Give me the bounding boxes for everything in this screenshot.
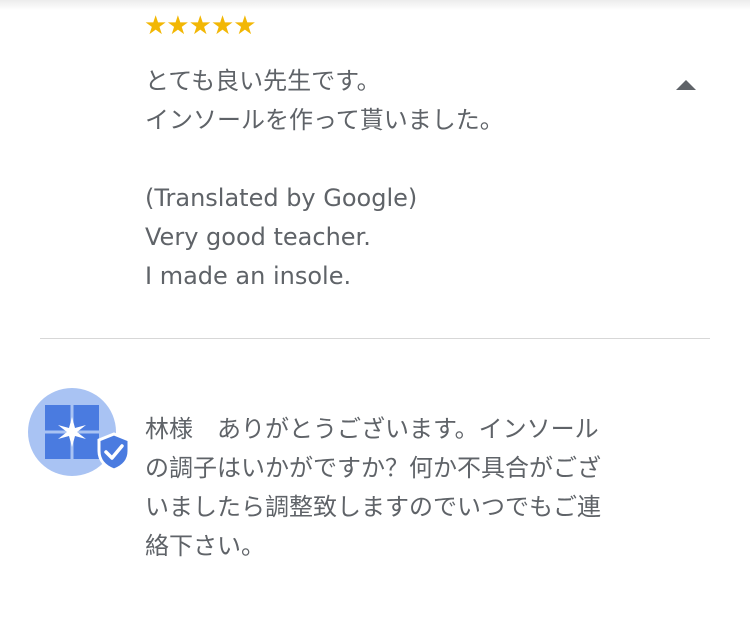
reply-line: 林様 ありがとうございます。インソール <box>145 415 599 443</box>
business-logo-icon <box>45 405 99 459</box>
collapse-review-button[interactable] <box>670 72 702 100</box>
review-translated-line: Very good teacher. <box>145 223 371 251</box>
verified-shield-icon <box>97 432 131 472</box>
reply-line: 絡下さい。 <box>145 532 265 560</box>
divider <box>40 338 710 339</box>
review-translated-line: I made an insole. <box>145 262 352 290</box>
owner-reply-text: 林様 ありがとうございます。インソール の調子はいかがですか？何か不具合がござ … <box>145 410 655 566</box>
review-original-line: とても良い先生です。 <box>145 67 381 95</box>
owner-reply: 林様 ありがとうございます。インソール の調子はいかがですか？何か不具合がござ … <box>0 370 750 590</box>
translated-label: (Translated by Google) <box>145 184 418 212</box>
caret-up-icon <box>676 80 696 90</box>
reply-line: いましたら調整致しますのでいつでもご連 <box>145 493 601 521</box>
review-text: とても良い先生です。 インソールを作って貰いました。 (Translated b… <box>145 62 665 296</box>
star-rating: ★★★★★ <box>144 11 257 41</box>
reply-line: の調子はいかがですか？何か不具合がござ <box>145 454 601 482</box>
review-card: ★★★★★ とても良い先生です。 インソールを作って貰いました。 (Transl… <box>0 0 750 340</box>
review-original-line: インソールを作って貰いました。 <box>145 106 504 134</box>
